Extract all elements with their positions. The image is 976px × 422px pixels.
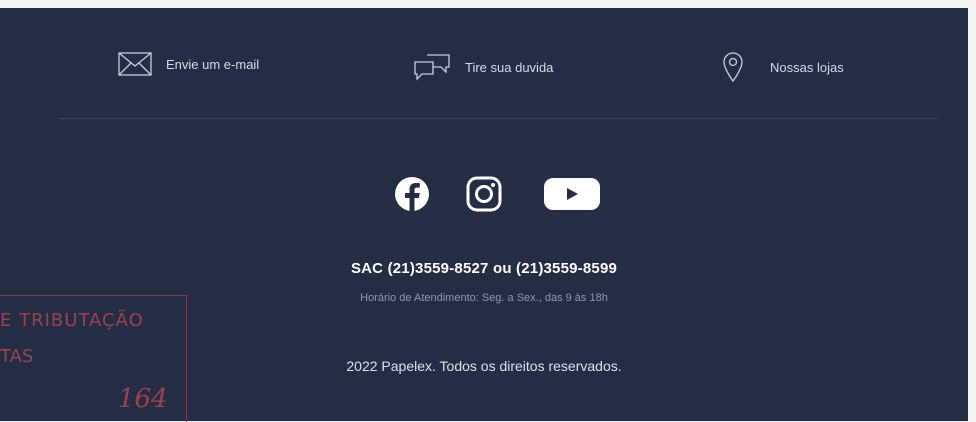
faq-link[interactable]: Tire sua duvida: [413, 52, 553, 82]
faq-link-label: Tire sua duvida: [465, 59, 554, 75]
copyright-text: 2022 Papelex. Todos os direitos reservad…: [346, 358, 622, 374]
instagram-link[interactable]: [466, 176, 502, 217]
map-pin-icon: [722, 52, 744, 82]
site-footer: Envie um e-mail Tire sua duvida Nossas l…: [0, 8, 968, 421]
email-link[interactable]: Envie um e-mail: [118, 52, 259, 76]
envelope-icon: [118, 52, 152, 76]
instagram-icon: [466, 176, 502, 216]
sac-phone-text: SAC (21)3559-8527 ou (21)3559-8599: [350, 260, 618, 277]
email-link-label: Envie um e-mail: [166, 56, 260, 72]
contact-links: Envie um e-mail Tire sua duvida Nossas l…: [0, 52, 968, 92]
youtube-link[interactable]: [543, 176, 601, 217]
facebook-icon: [394, 177, 430, 216]
stores-link-label: Nossas lojas: [770, 59, 844, 75]
chat-bubbles-icon: [413, 52, 451, 82]
facebook-link[interactable]: [394, 176, 430, 217]
social-links: [0, 176, 968, 216]
footer-divider: [58, 118, 938, 119]
youtube-icon: [543, 178, 601, 216]
stores-link[interactable]: Nossas lojas: [722, 52, 844, 82]
opening-hours-text: Horário de Atendimento: Seg. a Sex., das…: [360, 292, 608, 304]
